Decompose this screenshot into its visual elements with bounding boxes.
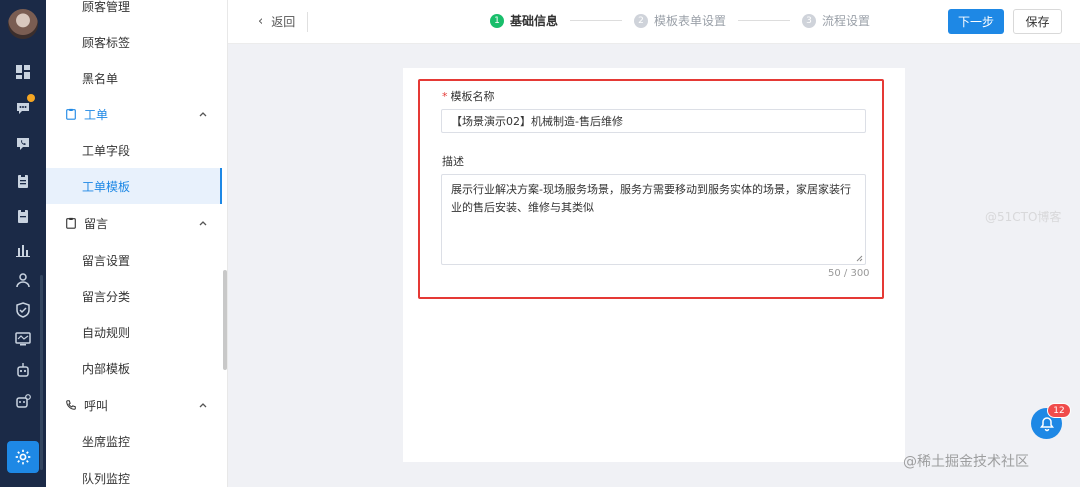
menu-group-call[interactable]: 呼叫 [46, 387, 222, 423]
watermark-faint: @51CTO博客 [985, 210, 1062, 224]
resize-handle-icon[interactable] [856, 255, 863, 262]
clipboard-icon[interactable] [13, 171, 33, 191]
next-step-button[interactable]: 下一步 [948, 9, 1004, 34]
step-form-settings[interactable]: 2 模板表单设置 [634, 12, 726, 29]
menu-item-message-categories[interactable]: 留言分类 [46, 278, 222, 314]
settings-icon[interactable] [7, 441, 39, 473]
back-button[interactable]: ‹ 返回 [258, 13, 295, 30]
menu-item-auto-rules[interactable]: 自动规则 [46, 314, 222, 350]
char-counter: 50 / 300 [828, 268, 870, 279]
phone-chat-icon[interactable] [13, 134, 33, 154]
monitor-icon[interactable] [13, 329, 33, 349]
menu-item-agent-monitor[interactable]: 坐席监控 [46, 423, 222, 459]
robot-settings-icon[interactable] [13, 391, 33, 411]
step-flow-settings[interactable]: 3 流程设置 [802, 12, 870, 29]
phone-icon [64, 398, 78, 412]
menu-item-message-settings[interactable]: 留言设置 [46, 242, 222, 278]
avatar[interactable] [8, 9, 38, 39]
menu-item-customer-management[interactable]: 顾客管理 [46, 0, 222, 24]
message-group-icon [64, 216, 78, 230]
chat-badge-dot [27, 94, 35, 102]
shield-icon[interactable] [13, 300, 33, 320]
bar-chart-icon[interactable] [13, 240, 33, 260]
robot-icon[interactable] [13, 360, 33, 380]
step-connector [570, 20, 623, 21]
menu-item-ticket-templates[interactable]: 工单模板 [46, 168, 222, 204]
ticket-icon[interactable] [13, 206, 33, 226]
icon-rail [0, 0, 46, 487]
dashboard-icon[interactable] [13, 62, 33, 82]
menu-item-blacklist[interactable]: 黑名单 [46, 60, 222, 96]
watermark: @稀土掘金技术社区 [903, 454, 1029, 470]
description-textarea[interactable]: 展示行业解决方案-现场服务场景，服务方需要移动到服务实体的场景，家居家装行业的售… [441, 174, 866, 265]
chevron-left-icon: ‹ [258, 14, 264, 29]
user-icon[interactable] [13, 270, 33, 290]
header-divider [307, 12, 308, 32]
bell-icon [1039, 416, 1054, 431]
notification-count-badge: 12 [1047, 403, 1071, 418]
chevron-up-icon [199, 112, 207, 117]
menu-item-ticket-fields[interactable]: 工单字段 [46, 132, 222, 168]
chevron-up-icon [199, 221, 207, 226]
menu-item-customer-tags[interactable]: 顾客标签 [46, 24, 222, 60]
template-name-input[interactable]: 【场景演示02】机械制造-售后维修 [441, 109, 866, 133]
menu-item-internal-templates[interactable]: 内部模板 [46, 350, 222, 386]
menu-group-messages[interactable]: 留言 [46, 205, 222, 241]
save-button[interactable]: 保存 [1013, 9, 1062, 34]
step-indicator: 1 基础信息 2 模板表单设置 3 流程设置 [490, 12, 870, 29]
page-header: ‹ 返回 1 基础信息 2 模板表单设置 3 流程设置 下一步 保存 [228, 0, 1080, 44]
rail-scrollbar[interactable] [40, 275, 43, 470]
settings-menu: 顾客管理 顾客标签 黑名单 工单 工单字段 工单模板 留言 留言设置 留言分类 … [46, 0, 228, 487]
ticket-group-icon [64, 107, 78, 121]
step-connector [738, 20, 791, 21]
menu-scrollbar[interactable] [223, 270, 227, 370]
template-name-label: * 模板名称 [442, 90, 495, 103]
menu-item-queue-monitor[interactable]: 队列监控 [46, 460, 222, 487]
menu-group-ticket[interactable]: 工单 [46, 96, 222, 132]
chevron-up-icon [199, 403, 207, 408]
description-label: 描述 [442, 155, 464, 168]
step-basic-info[interactable]: 1 基础信息 [490, 12, 558, 29]
